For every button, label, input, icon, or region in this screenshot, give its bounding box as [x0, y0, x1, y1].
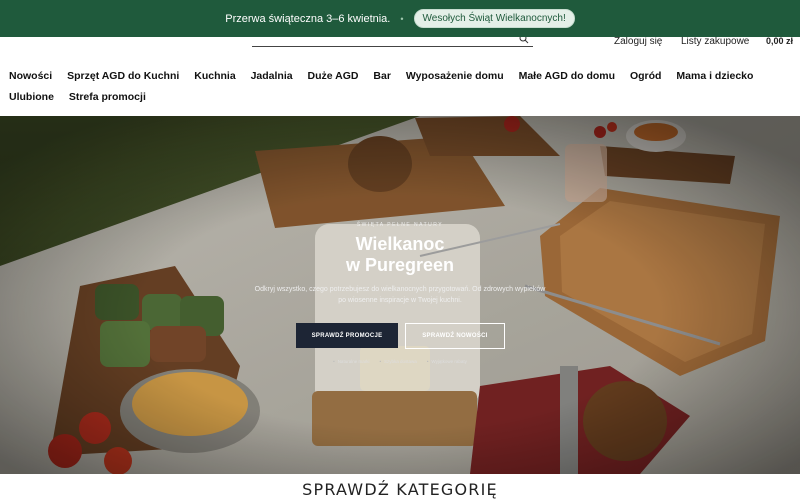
login-link[interactable]: Zaloguj się: [614, 36, 662, 47]
section-title: SPRAWDŹ KATEGORIĘ: [302, 480, 498, 499]
nav-item-nowosci[interactable]: Nowości: [9, 70, 52, 82]
feature-item: Wyjątkowe rabaty: [427, 359, 466, 364]
nav-item-male-agd[interactable]: Małe AGD do domu: [519, 70, 615, 82]
promo-text: Przerwa świąteczna 3–6 kwietnia.: [225, 12, 391, 25]
check-promotions-button[interactable]: SPRAWDŹ PROMOCJE: [296, 323, 398, 348]
nav-item-wyposazenie[interactable]: Wyposażenie domu: [406, 70, 504, 82]
promo-separator: •: [400, 13, 404, 24]
nav-item-ogrod[interactable]: Ogród: [630, 70, 662, 82]
hero-description: Odkryj wszystko, czego potrzebujesz do w…: [254, 286, 546, 304]
search-input[interactable]: [252, 46, 533, 47]
nav-item-jadalnia[interactable]: Jadalnia: [251, 70, 293, 82]
main-nav: Nowości Sprzęt AGD do Kuchni Kuchnia Jad…: [9, 66, 789, 108]
nav-item-strefa-promocji[interactable]: Strefa promocji: [69, 91, 146, 103]
nav-item-mama-dziecko[interactable]: Mama i dziecko: [676, 70, 753, 82]
hero-title-line2: w Puregreen: [345, 255, 455, 275]
hero-title: Wielkanoc w Puregreen: [0, 234, 800, 276]
cart-total[interactable]: 0,00 zł: [766, 36, 793, 46]
shopping-lists-link[interactable]: Listy zakupowe: [681, 36, 749, 47]
nav-item-duze-agd[interactable]: Duże AGD: [308, 70, 359, 82]
feature-item: Naturalne marki: [333, 359, 370, 364]
nav-item-ulubione[interactable]: Ulubione: [9, 91, 54, 103]
nav-item-sprzet-agd[interactable]: Sprzęt AGD do Kuchni: [67, 70, 179, 82]
hero-features: Naturalne marki Szybka dostawa Wyjątkowe…: [0, 359, 800, 364]
hero-eyebrow: ŚWIĘTA PEŁNE NATURY: [356, 222, 444, 228]
check-new-arrivals-button[interactable]: SPRAWDŹ NOWOŚCI: [405, 323, 505, 349]
feature-item: Szybka dostawa: [379, 359, 417, 364]
nav-item-kuchnia[interactable]: Kuchnia: [194, 70, 235, 82]
hero-content: ŚWIĘTA PEŁNE NATURY Wielkanoc w Puregree…: [0, 116, 800, 474]
nav-item-bar[interactable]: Bar: [373, 70, 391, 82]
promo-bar: Przerwa świąteczna 3–6 kwietnia. • Wesoł…: [0, 0, 800, 37]
promo-pill[interactable]: Wesołych Świąt Wielkanocnych!: [413, 9, 575, 28]
hero-banner: ŚWIĘTA PEŁNE NATURY Wielkanoc w Puregree…: [0, 116, 800, 474]
hero-title-line1: Wielkanoc: [355, 234, 445, 254]
